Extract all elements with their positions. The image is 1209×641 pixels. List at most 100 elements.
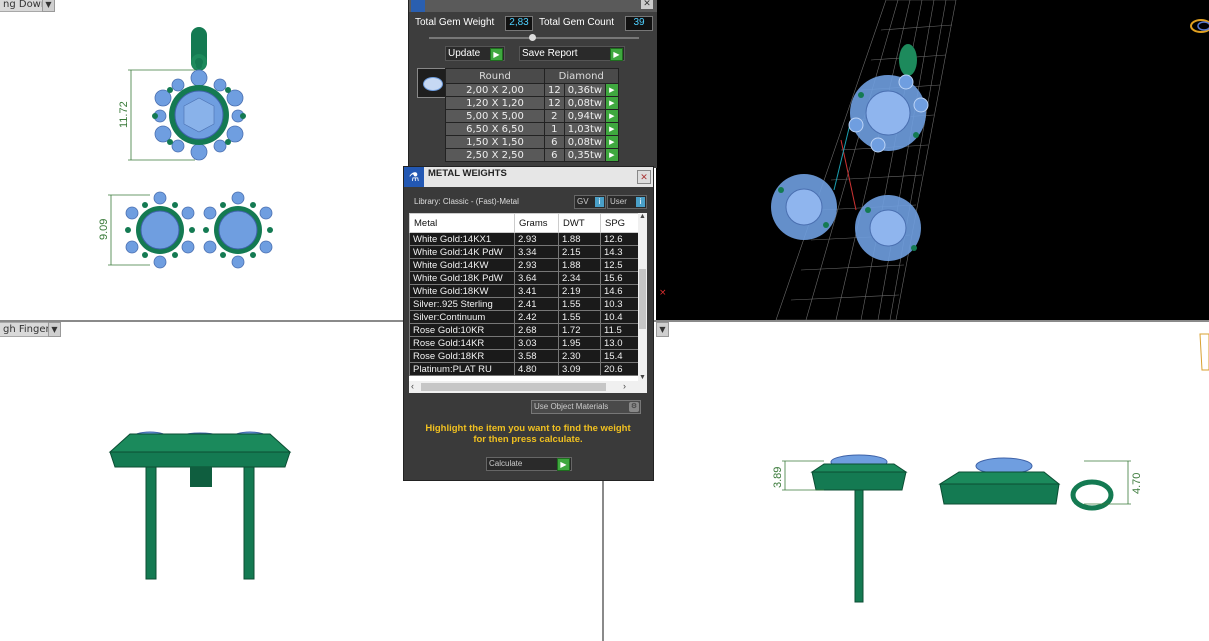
gear-icon: ⚙ bbox=[629, 402, 639, 412]
gem-count: 12 bbox=[544, 83, 565, 97]
metal-weights-titlebar[interactable]: ⚗ METAL WEIGHTS ✕ bbox=[404, 167, 653, 187]
metal-row[interactable]: White Gold:14KX1 2.93 1.88 12.6 bbox=[409, 232, 640, 246]
scroll-thumb-horizontal[interactable] bbox=[421, 383, 606, 391]
metal-col-header[interactable]: Metal bbox=[409, 213, 515, 233]
metal-name: White Gold:18KW bbox=[409, 284, 515, 298]
use-object-materials-label: Use Object Materials bbox=[534, 402, 609, 411]
metal-row[interactable]: Rose Gold:10KR 2.68 1.72 11.5 bbox=[409, 323, 640, 337]
metal-row[interactable]: Rose Gold:14KR 3.03 1.95 13.0 bbox=[409, 336, 640, 350]
metal-row[interactable]: White Gold:14K PdW 3.34 2.15 14.3 bbox=[409, 245, 640, 259]
earring-3d-left bbox=[771, 174, 837, 240]
total-gem-count-label: Total Gem Count bbox=[539, 17, 615, 28]
metal-row[interactable]: White Gold:18KW 3.41 2.19 14.6 bbox=[409, 284, 640, 298]
front-view-render: 11.72 9.09 bbox=[98, 27, 273, 269]
metal-grams: 4.80 bbox=[514, 362, 559, 376]
row-play-icon[interactable]: ▶ bbox=[605, 96, 619, 110]
gem-weight: 0,08tw bbox=[563, 96, 607, 110]
close-icon[interactable]: ✕ bbox=[641, 0, 653, 9]
total-gem-count-value: 39 bbox=[625, 16, 653, 31]
metal-row[interactable]: Silver:.925 Sterling 2.41 1.55 10.3 bbox=[409, 297, 640, 311]
close-icon[interactable]: ✕ bbox=[637, 170, 651, 184]
row-play-icon[interactable]: ▶ bbox=[605, 109, 619, 123]
metal-name: White Gold:14KW bbox=[409, 258, 515, 272]
gem-weight: 0,08tw bbox=[563, 135, 607, 149]
total-gem-weight-value: 2,83 bbox=[505, 16, 533, 31]
metal-row[interactable]: Silver:Continuum 2.42 1.55 10.4 bbox=[409, 310, 640, 324]
use-object-materials-button[interactable]: Use Object Materials ⚙ bbox=[531, 400, 641, 414]
metal-table-container[interactable]: Metal Grams DWT SPG White Gold:14KX1 2.93… bbox=[409, 213, 647, 393]
metal-row[interactable]: White Gold:18K PdW 3.64 2.34 15.6 bbox=[409, 271, 640, 285]
metal-name: Platinum:PLAT RU bbox=[409, 362, 515, 376]
spg-col-header[interactable]: SPG bbox=[600, 213, 640, 233]
metal-spg: 12.5 bbox=[600, 258, 640, 272]
row-play-icon[interactable]: ▶ bbox=[605, 135, 619, 149]
metal-spg: 15.4 bbox=[600, 349, 640, 363]
gem-row[interactable]: 2,00 X 2,00 12 0,36tw ▶ bbox=[445, 83, 619, 97]
gem-reporter-titlebar[interactable]: ✕ bbox=[409, 0, 657, 12]
gem-row[interactable]: 1,20 X 1,20 12 0,08tw ▶ bbox=[445, 96, 619, 110]
play-icon: ▶ bbox=[557, 458, 570, 471]
gem-size: 6,50 X 6,50 bbox=[445, 122, 545, 136]
update-button[interactable]: Update ▶ bbox=[445, 46, 505, 61]
viewport-bottom-right[interactable]: ▼ 3.89 4.70 bbox=[604, 322, 1209, 641]
metal-row[interactable]: Platinum:PLAT RU 4.80 3.09 20.6 bbox=[409, 362, 640, 376]
gem-slider[interactable] bbox=[429, 34, 639, 41]
pendant-height-label: 11.72 bbox=[118, 101, 130, 128]
gem-weight: 0,94tw bbox=[563, 109, 607, 123]
scroll-right-icon[interactable]: › bbox=[623, 381, 626, 391]
user-label: User bbox=[610, 197, 627, 206]
scroll-left-icon[interactable]: ‹ bbox=[411, 381, 414, 391]
row-play-icon[interactable]: ▶ bbox=[605, 148, 619, 162]
save-report-button[interactable]: Save Report ▶ bbox=[519, 46, 625, 61]
gem-shape-thumbnail[interactable] bbox=[417, 68, 447, 98]
flask-icon: ⚗ bbox=[404, 167, 424, 187]
metal-spg: 15.6 bbox=[600, 271, 640, 285]
viewport-top-left[interactable]: ng Down ▼ 11.72 9.09 bbox=[0, 0, 412, 320]
metal-row[interactable]: Rose Gold:18KR 3.58 2.30 15.4 bbox=[409, 349, 640, 363]
metal-dwt: 2.19 bbox=[558, 284, 601, 298]
round-gem-icon bbox=[423, 77, 443, 91]
gem-size: 2,50 X 2,50 bbox=[445, 148, 545, 162]
earring-left-model bbox=[125, 191, 195, 269]
gem-count: 6 bbox=[544, 148, 565, 162]
pendant-side-model bbox=[938, 457, 1114, 511]
metal-dwt: 2.30 bbox=[558, 349, 601, 363]
horizontal-scrollbar[interactable]: ‹ › bbox=[409, 381, 647, 393]
play-icon: ▶ bbox=[610, 48, 623, 61]
calculate-button[interactable]: Calculate ▶ bbox=[486, 457, 572, 471]
metal-grams: 3.58 bbox=[514, 349, 559, 363]
user-toggle[interactable]: User i bbox=[607, 195, 647, 209]
metal-name: White Gold:18K PdW bbox=[409, 271, 515, 285]
metal-name: Silver:Continuum bbox=[409, 310, 515, 324]
metal-spg: 14.6 bbox=[600, 284, 640, 298]
scroll-thumb[interactable] bbox=[639, 269, 646, 329]
scroll-up-icon[interactable]: ▲ bbox=[638, 213, 647, 220]
metal-grams: 2.93 bbox=[514, 258, 559, 272]
row-play-icon[interactable]: ▶ bbox=[605, 122, 619, 136]
dwt-col-header[interactable]: DWT bbox=[558, 213, 601, 233]
pendant-side-height-label: 4.70 bbox=[1131, 473, 1143, 494]
gem-row[interactable]: 2,50 X 2,50 6 0,35tw ▶ bbox=[445, 148, 619, 162]
gem-row[interactable]: 1,50 X 1,50 6 0,08tw ▶ bbox=[445, 135, 619, 149]
metal-row[interactable]: White Gold:14KW 2.93 1.88 12.5 bbox=[409, 258, 640, 272]
metal-grams: 3.34 bbox=[514, 245, 559, 259]
metal-spg: 13.0 bbox=[600, 336, 640, 350]
vertical-scrollbar[interactable]: ▲ ▼ bbox=[638, 213, 647, 381]
gem-size: 2,00 X 2,00 bbox=[445, 83, 545, 97]
viewport-top-right[interactable] bbox=[656, 0, 1209, 320]
scroll-down-icon[interactable]: ▼ bbox=[638, 374, 647, 381]
slider-handle[interactable] bbox=[529, 34, 536, 41]
metal-grams: 2.42 bbox=[514, 310, 559, 324]
gem-weight: 0,36tw bbox=[563, 83, 607, 97]
metal-name: Rose Gold:10KR bbox=[409, 323, 515, 337]
gem-row[interactable]: 5,00 X 5,00 2 0,94tw ▶ bbox=[445, 109, 619, 123]
metal-grams: 2.93 bbox=[514, 232, 559, 246]
axis-gizmo-icon bbox=[1190, 19, 1209, 33]
gem-row[interactable]: 6,50 X 6,50 1 1,03tw ▶ bbox=[445, 122, 619, 136]
side-dims-render: 3.89 4.70 bbox=[772, 333, 1209, 603]
gv-toggle[interactable]: GV i bbox=[574, 195, 606, 209]
grams-col-header[interactable]: Grams bbox=[514, 213, 559, 233]
row-play-icon[interactable]: ▶ bbox=[605, 83, 619, 97]
gem-size: 1,20 X 1,20 bbox=[445, 96, 545, 110]
earring-side-model bbox=[108, 431, 292, 580]
